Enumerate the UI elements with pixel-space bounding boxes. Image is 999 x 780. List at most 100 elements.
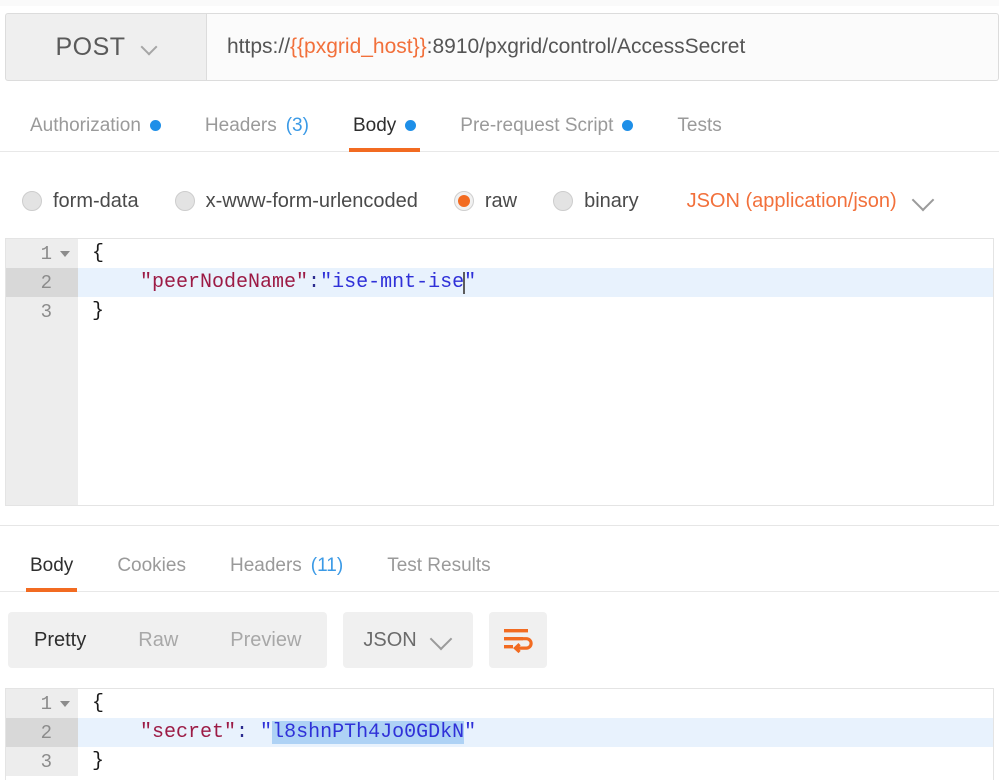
code-line: 2 "peerNodeName": " ise-mnt-ise " bbox=[6, 268, 993, 297]
response-view-mode-group: Pretty Raw Preview bbox=[8, 612, 328, 668]
pane-gap bbox=[0, 506, 999, 526]
fold-triangle-icon[interactable] bbox=[60, 250, 70, 257]
line-number-gutter: 3 bbox=[6, 297, 78, 326]
line-number-gutter: 1 bbox=[6, 239, 78, 268]
response-tab-cookies[interactable]: Cookies bbox=[95, 540, 208, 592]
response-tab-body-label: Body bbox=[30, 554, 74, 576]
pane-divider[interactable] bbox=[0, 525, 999, 526]
code-text: "secret": " l8shnPTh4Jo0GDkN " bbox=[78, 718, 993, 747]
radio-binary-control[interactable] bbox=[553, 191, 574, 211]
code-line: 1 { bbox=[6, 239, 993, 268]
radio-x-www-form-urlencoded[interactable]: x-www-form-urlencoded bbox=[174, 189, 418, 213]
response-tab-body[interactable]: Body bbox=[8, 540, 95, 592]
json-quote-open: " bbox=[320, 271, 333, 294]
line-number-gutter: 2 bbox=[6, 268, 78, 297]
code-line: 2 "secret": " l8shnPTh4Jo0GDkN " bbox=[6, 718, 993, 747]
tab-authorization-label: Authorization bbox=[30, 114, 141, 136]
line-number: 1 bbox=[40, 692, 52, 715]
code-text: { bbox=[78, 239, 993, 268]
view-mode-preview[interactable]: Preview bbox=[204, 612, 327, 668]
tab-authorization[interactable]: Authorization bbox=[8, 100, 183, 152]
request-body-editor[interactable]: 1 { 2 "peerNodeName": " ise-mnt-ise " 3 } bbox=[5, 238, 994, 506]
editor-empty-area[interactable] bbox=[6, 326, 993, 505]
blue-dot-icon bbox=[149, 120, 161, 131]
response-tab-test-results-label: Test Results bbox=[387, 554, 491, 576]
radio-form-data[interactable]: form-data bbox=[22, 190, 139, 213]
body-type-selector: form-data x-www-form-urlencoded raw bina… bbox=[0, 172, 999, 230]
radio-raw-control[interactable] bbox=[453, 191, 474, 211]
line-number: 3 bbox=[40, 750, 52, 773]
response-tab-cookies-label: Cookies bbox=[117, 554, 186, 576]
window-top-strip bbox=[0, 0, 999, 6]
code-token: { bbox=[92, 242, 105, 265]
code-line: 3 } bbox=[6, 747, 993, 776]
line-number: 3 bbox=[40, 300, 52, 323]
fold-triangle-icon[interactable] bbox=[60, 700, 70, 707]
chevron-down-icon bbox=[142, 40, 157, 55]
tab-headers-label: Headers bbox=[204, 114, 277, 136]
response-tabs: Body Cookies Headers (11) Test Results bbox=[0, 540, 999, 592]
editor-blank-space[interactable] bbox=[78, 326, 993, 505]
response-tab-headers-count: (11) bbox=[310, 554, 344, 576]
fold-placeholder bbox=[60, 309, 70, 315]
radio-x-www-form-urlencoded-control[interactable] bbox=[174, 191, 195, 211]
content-type-dropdown[interactable]: JSON (application/json) bbox=[687, 190, 935, 213]
view-mode-raw[interactable]: Raw bbox=[112, 612, 204, 668]
blue-dot-icon bbox=[622, 120, 634, 131]
url-suffix: :8910/pxgrid/control/AccessSecret bbox=[426, 35, 746, 58]
json-key: "peerNodeName" bbox=[140, 271, 309, 294]
code-text: { bbox=[78, 689, 993, 718]
code-token: } bbox=[92, 750, 105, 773]
request-url-bar: POST https://{{pxgrid_host}}:8910/pxgrid… bbox=[5, 13, 999, 81]
json-quote-close: " bbox=[464, 721, 477, 744]
json-colon: : bbox=[236, 721, 261, 744]
tab-body[interactable]: Body bbox=[331, 100, 438, 152]
radio-x-www-form-urlencoded-label: x-www-form-urlencoded bbox=[205, 189, 418, 212]
tab-headers[interactable]: Headers (3) bbox=[183, 100, 331, 152]
response-toolbar: Pretty Raw Preview JSON bbox=[0, 600, 999, 680]
view-mode-pretty-label: Pretty bbox=[34, 628, 87, 651]
line-number-gutter: 1 bbox=[6, 689, 78, 718]
line-number: 2 bbox=[40, 271, 52, 294]
json-quote-open: " bbox=[260, 721, 273, 744]
content-type-label: JSON (application/json) bbox=[686, 189, 897, 212]
tab-body-label: Body bbox=[352, 114, 397, 136]
fold-placeholder bbox=[60, 730, 70, 736]
json-value-selected[interactable]: l8shnPTh4Jo0GDkN bbox=[272, 721, 465, 744]
http-method-dropdown[interactable]: POST bbox=[5, 13, 207, 81]
line-number-gutter: 2 bbox=[6, 718, 78, 747]
tab-tests-label: Tests bbox=[677, 114, 722, 136]
blue-dot-icon bbox=[405, 120, 417, 131]
radio-binary-label: binary bbox=[584, 189, 639, 212]
radio-binary[interactable]: binary bbox=[553, 189, 639, 213]
line-number: 1 bbox=[40, 242, 52, 265]
code-text: } bbox=[78, 747, 993, 776]
view-mode-raw-label: Raw bbox=[138, 628, 179, 651]
response-tab-headers[interactable]: Headers (11) bbox=[208, 540, 365, 592]
tab-tests[interactable]: Tests bbox=[655, 100, 743, 152]
tab-pre-request-script-label: Pre-request Script bbox=[460, 114, 614, 136]
chevron-down-icon bbox=[913, 190, 935, 212]
line-number-gutter: 3 bbox=[6, 747, 78, 776]
response-tab-test-results[interactable]: Test Results bbox=[365, 540, 512, 592]
json-key: "secret" bbox=[140, 721, 237, 744]
tab-pre-request-script[interactable]: Pre-request Script bbox=[438, 100, 655, 152]
url-variable: {{pxgrid_host}} bbox=[290, 35, 427, 58]
view-mode-pretty[interactable]: Pretty bbox=[8, 612, 112, 668]
radio-form-data-label: form-data bbox=[53, 189, 139, 212]
wrap-lines-button[interactable] bbox=[488, 612, 547, 668]
url-input[interactable]: https://{{pxgrid_host}}:8910/pxgrid/cont… bbox=[207, 13, 999, 81]
fold-placeholder bbox=[60, 759, 70, 765]
response-format-dropdown[interactable]: JSON bbox=[343, 612, 473, 668]
radio-raw[interactable]: raw bbox=[453, 190, 517, 213]
response-body-viewer[interactable]: 1 { 2 "secret": " l8shnPTh4Jo0GDkN " 3 } bbox=[5, 688, 994, 780]
gutter-empty bbox=[6, 326, 78, 505]
code-line: 1 { bbox=[6, 689, 993, 718]
json-colon: : bbox=[308, 271, 321, 294]
http-method-label: POST bbox=[55, 32, 126, 61]
url-text: https://{{pxgrid_host}}:8910/pxgrid/cont… bbox=[227, 35, 745, 59]
radio-form-data-control[interactable] bbox=[22, 191, 42, 211]
code-token: { bbox=[92, 692, 105, 715]
tab-headers-count: (3) bbox=[285, 114, 309, 136]
response-format-label: JSON bbox=[363, 628, 417, 651]
